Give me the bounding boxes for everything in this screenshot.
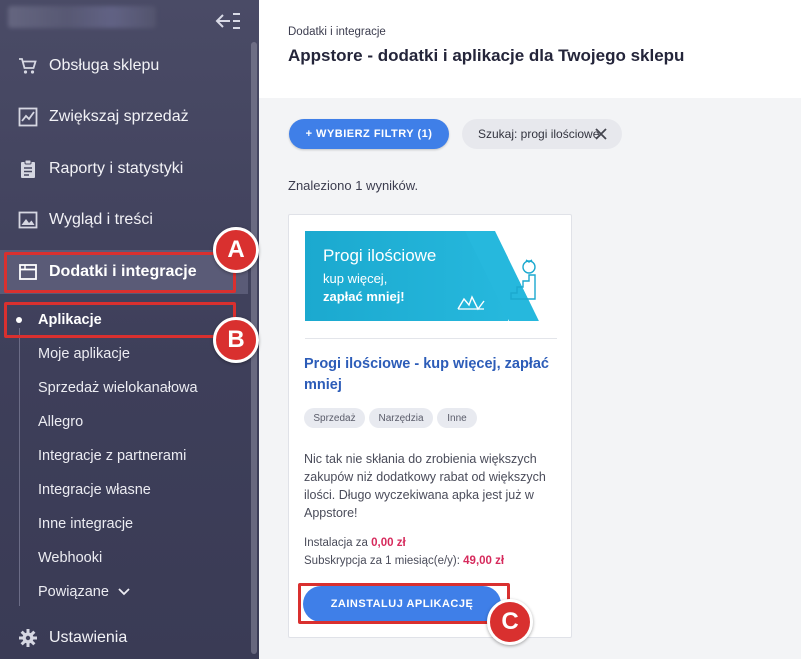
banner-line-2: kup więcej, bbox=[323, 271, 388, 286]
sidebar-item-obsluga-sklepu[interactable]: Obsługa sklepu bbox=[0, 44, 248, 88]
app-title-link[interactable]: Progi ilościowe - kup więcej, zapłać mni… bbox=[304, 354, 559, 396]
active-dot bbox=[16, 317, 22, 323]
sidebar-item-label: Obsługa sklepu bbox=[49, 57, 160, 74]
annotation-badge-a: A bbox=[213, 227, 259, 273]
subitem-webhooki[interactable]: Webhooki bbox=[38, 550, 102, 566]
sidebar-item-label: Dodatki i integracje bbox=[49, 263, 197, 280]
subscription-price-row: Subskrypcja za 1 miesiąc(e/y): 49,00 zł bbox=[304, 555, 504, 567]
gear-icon bbox=[18, 628, 38, 648]
results-count: Znaleziono 1 wyników. bbox=[288, 178, 419, 193]
subitem-label: Powiązane bbox=[38, 584, 109, 600]
app-card: Progi ilościowe kup więcej, zapłać mniej… bbox=[288, 214, 572, 638]
app-logo-icon bbox=[457, 295, 485, 311]
card-divider bbox=[305, 338, 557, 339]
sidebar-item-dodatki-i-integracje[interactable]: Dodatki i integracje bbox=[0, 250, 248, 294]
tag-narzedzia[interactable]: Narzędzia bbox=[369, 408, 433, 428]
close-icon[interactable] bbox=[594, 127, 608, 141]
tag-inne[interactable]: Inne bbox=[437, 408, 477, 428]
sidebar-header bbox=[0, 0, 259, 42]
subitem-moje-aplikacje[interactable]: Moje aplikacje bbox=[38, 346, 130, 362]
install-price-row: Instalacja za 0,00 zł bbox=[304, 537, 406, 549]
store-logo bbox=[8, 6, 156, 28]
subscription-price-label: Subskrypcja za 1 miesiąc(e/y): bbox=[304, 555, 460, 567]
app-description: Nic tak nie skłania do zrobienia większy… bbox=[304, 452, 546, 520]
submenu-line bbox=[19, 328, 20, 606]
image-icon bbox=[18, 210, 38, 230]
annotation-badge-c: C bbox=[487, 599, 533, 645]
subscription-price-value: 49,00 zł bbox=[463, 555, 505, 567]
subitem-aplikacje[interactable]: Aplikacje bbox=[38, 312, 102, 328]
search-chip-label: Szukaj: progi ilościowe bbox=[478, 127, 600, 141]
annotation-badge-b: B bbox=[213, 317, 259, 363]
breadcrumb[interactable]: Dodatki i integracje bbox=[288, 26, 386, 38]
chevron-down-icon bbox=[118, 588, 130, 596]
sidebar-item-raporty[interactable]: Raporty i statystyki bbox=[0, 147, 248, 191]
subitem-powiazane[interactable]: Powiązane bbox=[38, 584, 130, 600]
sidebar-item-wyglad[interactable]: Wygląd i treści bbox=[0, 198, 248, 242]
chart-icon bbox=[18, 107, 38, 127]
tag-sprzedaz[interactable]: Sprzedaż bbox=[304, 408, 365, 428]
install-price-value: 0,00 zł bbox=[371, 537, 406, 549]
page-header: Dodatki i integracje Appstore - dodatki … bbox=[259, 0, 801, 98]
page-title: Appstore - dodatki i aplikacje dla Twoje… bbox=[288, 46, 685, 65]
collapse-sidebar-icon[interactable] bbox=[214, 10, 242, 32]
sidebar-item-label: Wygląd i treści bbox=[49, 211, 153, 228]
clipboard-icon bbox=[18, 159, 38, 179]
choose-filters-button[interactable]: + WYBIERZ FILTRY (1) bbox=[289, 119, 449, 149]
sidebar-item-label: Zwiększaj sprzedaż bbox=[49, 108, 189, 125]
subitem-allegro[interactable]: Allegro bbox=[38, 414, 83, 430]
cart-icon bbox=[18, 56, 38, 76]
banner-line-3: zapłać mniej! bbox=[323, 289, 405, 304]
sidebar-item-ustawienia[interactable]: Ustawienia bbox=[0, 616, 248, 659]
sidebar-item-zwiekszaj-sprzedaz[interactable]: Zwiększaj sprzedaż bbox=[0, 95, 248, 139]
banner-title: Progi ilościowe bbox=[323, 246, 437, 265]
subitem-inne-integracje[interactable]: Inne integracje bbox=[38, 516, 133, 532]
subitem-integracje-wlasne[interactable]: Integracje własne bbox=[38, 482, 151, 498]
sidebar-item-label: Raporty i statystyki bbox=[49, 160, 184, 177]
sidebar-item-label: Ustawienia bbox=[49, 629, 128, 646]
install-price-label: Instalacja za bbox=[304, 537, 368, 549]
subitem-sprzedaz-wielokanalowa[interactable]: Sprzedaż wielokanałowa bbox=[38, 380, 198, 396]
install-app-button[interactable]: ZAINSTALUJ APLIKACJĘ bbox=[303, 586, 501, 622]
window-icon bbox=[18, 262, 38, 282]
search-filter-chip[interactable]: Szukaj: progi ilościowe bbox=[462, 119, 622, 149]
subitem-integracje-z-partnerami[interactable]: Integracje z partnerami bbox=[38, 448, 186, 464]
